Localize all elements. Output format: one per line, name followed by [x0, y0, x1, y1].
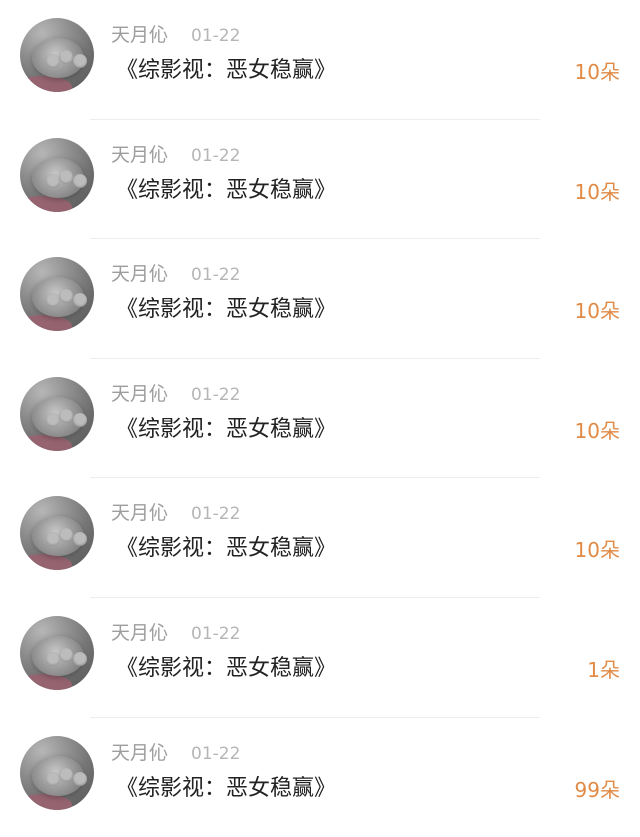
avatar-background — [20, 434, 72, 451]
username[interactable]: 天月伈 — [111, 504, 168, 523]
paw-toe — [73, 771, 87, 786]
book-title[interactable]: 《综影视：恶女稳赢》 — [116, 179, 336, 202]
username[interactable]: 天月伈 — [111, 384, 168, 404]
book-title[interactable]: 《综影视：恶女稳赢》 — [116, 418, 336, 441]
paw-toe — [73, 54, 87, 68]
avatar[interactable] — [20, 376, 94, 451]
avatar-background — [20, 195, 72, 212]
cat-paw-icon — [32, 755, 87, 796]
avatar[interactable] — [20, 615, 94, 690]
username[interactable]: 天月伈 — [111, 265, 168, 284]
cat-paw-icon — [32, 516, 87, 557]
avatar-background — [20, 554, 72, 571]
paw-toe — [46, 771, 60, 786]
cat-paw-icon — [32, 38, 87, 78]
avatar[interactable] — [20, 137, 94, 212]
gift-amount: 10朵 — [574, 538, 620, 563]
paw-toe — [73, 532, 87, 547]
username[interactable]: 天月伈 — [111, 623, 168, 643]
gift-amount: 99朵 — [574, 777, 620, 802]
cat-paw-icon — [32, 277, 87, 318]
list-item[interactable]: 天月伈 01-22 《综影视：恶女稳赢》 1朵 — [0, 598, 640, 718]
paw-toe — [73, 412, 87, 427]
avatar-background — [20, 673, 72, 690]
paw-toe — [46, 532, 60, 547]
paw-toe — [46, 293, 60, 308]
date: 01-22 — [191, 743, 241, 764]
gift-amount: 10朵 — [574, 179, 620, 204]
cat-paw-icon — [32, 157, 87, 198]
paw-toe — [59, 767, 73, 782]
list-item[interactable]: 天月伈 01-22 《综影视：恶女稳赢》 10朵 — [0, 0, 640, 120]
paw-toe — [59, 50, 73, 64]
cat-paw-icon — [32, 635, 87, 676]
avatar-background — [20, 76, 72, 92]
date: 01-22 — [191, 26, 241, 46]
paw-toe — [59, 289, 73, 304]
list-item[interactable]: 天月伈 01-22 《综影视：恶女稳赢》 10朵 — [0, 120, 640, 240]
paw-toe — [59, 169, 73, 184]
list-item[interactable]: 天月伈 01-22 《综影视：恶女稳赢》 10朵 — [0, 239, 640, 359]
gift-amount: 10朵 — [574, 299, 620, 324]
avatar[interactable] — [20, 496, 94, 571]
book-title[interactable]: 《综影视：恶女稳赢》 — [116, 657, 336, 680]
paw-toe — [46, 412, 60, 427]
username[interactable]: 天月伈 — [111, 743, 168, 763]
paw-toe — [46, 651, 60, 666]
username[interactable]: 天月伈 — [111, 26, 168, 45]
date: 01-22 — [191, 504, 241, 525]
paw-toe — [59, 647, 73, 662]
book-title[interactable]: 《综影视：恶女稳赢》 — [116, 60, 336, 82]
avatar-background — [20, 315, 72, 332]
list-item[interactable]: 天月伈 01-22 《综影视：恶女稳赢》 10朵 — [0, 478, 640, 598]
avatar[interactable] — [20, 257, 94, 332]
username[interactable]: 天月伈 — [111, 145, 168, 165]
avatar[interactable] — [20, 18, 94, 92]
paw-toe — [46, 54, 60, 68]
cat-paw-icon — [32, 396, 87, 437]
list-item[interactable]: 天月伈 01-22 《综影视：恶女稳赢》 10朵 — [0, 359, 640, 479]
date: 01-22 — [191, 265, 241, 286]
paw-toe — [73, 293, 87, 308]
paw-toe — [59, 528, 73, 543]
avatar[interactable] — [20, 735, 94, 810]
paw-toe — [46, 173, 60, 188]
gift-amount: 10朵 — [574, 60, 620, 84]
date: 01-22 — [191, 623, 241, 644]
gift-amount: 1朵 — [587, 657, 620, 682]
paw-toe — [73, 173, 87, 188]
gift-amount: 10朵 — [574, 418, 620, 443]
list-item[interactable]: 天月伈 01-22 《综影视：恶女稳赢》 99朵 — [0, 718, 640, 837]
paw-toe — [59, 408, 73, 423]
date: 01-22 — [191, 384, 241, 405]
book-title[interactable]: 《综影视：恶女稳赢》 — [116, 299, 336, 321]
book-title[interactable]: 《综影视：恶女稳赢》 — [116, 538, 336, 560]
avatar-background — [20, 793, 72, 810]
book-title[interactable]: 《综影视：恶女稳赢》 — [116, 777, 336, 800]
gift-list: 天月伈 01-22 《综影视：恶女稳赢》 10朵 天月伈 01-22 《综影视：… — [0, 0, 640, 831]
paw-toe — [73, 651, 87, 666]
date: 01-22 — [191, 145, 241, 166]
